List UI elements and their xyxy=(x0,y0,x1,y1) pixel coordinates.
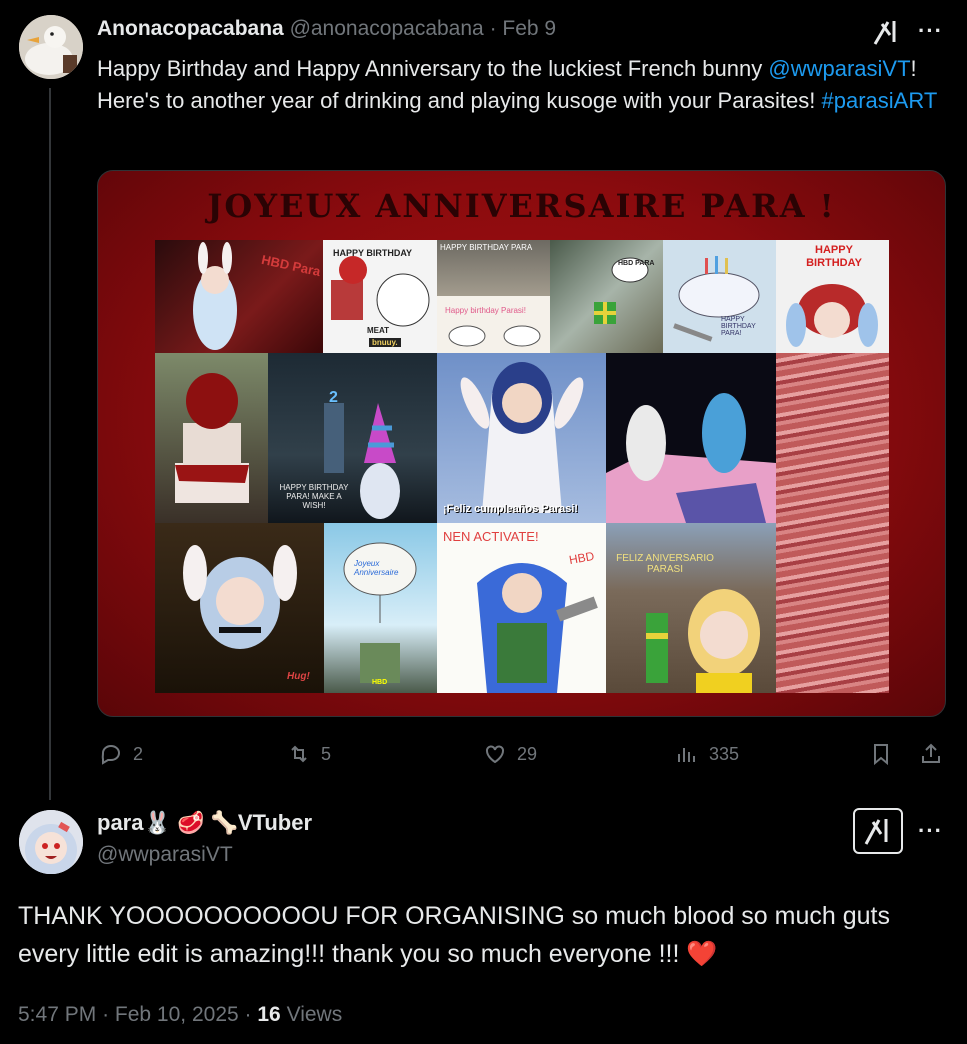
collage-tile-happy-birthday-parasi: Happy birthday Parasi! xyxy=(437,296,550,353)
author-avatar[interactable] xyxy=(19,15,83,79)
tweet-header: Anonacopacabana @anonacopacabana · Feb 9 xyxy=(97,17,556,41)
caption-nen-activate: NEN ACTIVATE! xyxy=(443,529,539,544)
caption-feliz-cumpleanos: ¡Feliz cumpleaños Parasi! xyxy=(443,503,579,515)
tweet-date[interactable]: Feb 9 xyxy=(502,17,556,40)
share-icon xyxy=(922,743,940,763)
header-separator: · xyxy=(489,17,497,40)
reply-views-count: 16 xyxy=(257,1003,281,1026)
media-title-text: JOYEUX ANNIVERSAIRE PARA ! xyxy=(207,187,836,225)
caption-joyeux-anniversaire: Joyeux Anniversaire xyxy=(354,559,399,577)
collage-tile-hbd-para: HBD Para xyxy=(155,240,323,353)
like-count: 29 xyxy=(517,743,538,764)
share-button[interactable] xyxy=(919,742,943,766)
tweet-text-part1: Happy Birthday and Happy Anniversary to … xyxy=(97,56,769,81)
views-button[interactable]: 335 xyxy=(675,742,739,766)
heart-icon xyxy=(486,745,504,764)
caption-happy-birthday-parasi: Happy birthday Parasi! xyxy=(445,306,526,315)
collage-tile-meat-bnuuy: HAPPY BIRTHDAY MEAT bnuuy. xyxy=(323,240,437,353)
collage-tile-blue-man xyxy=(606,353,776,523)
collage-tile-happy-birthday-red: HAPPY BIRTHDAY xyxy=(776,240,889,353)
collage-tile-happy-birthday-para: HAPPY BIRTHDAY PARA xyxy=(437,240,550,296)
collage-tile-make-a-wish: 2 HAPPY BIRTHDAY PARA! MAKE A WISH! xyxy=(268,353,437,523)
bookmark-icon xyxy=(874,744,888,766)
grok-icon xyxy=(864,819,888,845)
reply-tweet-meta: 5:47 PM · Feb 10, 2025 · 16 Views xyxy=(18,1003,342,1027)
collage-tile-happy-birthday-paraa: HAPPY BIRTHDAY PARA! xyxy=(663,240,776,353)
collage-tile-spiked-collar: Hug! xyxy=(155,523,324,693)
caption-meat: MEAT xyxy=(367,326,390,335)
more-dots-icon[interactable]: ··· xyxy=(918,18,943,44)
vtuber-avatar-image xyxy=(19,810,83,874)
reply-tweet-text: THANK YOOOOOOOOOOU FOR ORGANISING so muc… xyxy=(18,902,890,968)
grok-button[interactable] xyxy=(853,808,903,854)
tweet-text: Happy Birthday and Happy Anniversary to … xyxy=(97,53,947,117)
like-button[interactable]: 29 xyxy=(483,742,537,766)
bookmark-button[interactable] xyxy=(869,742,893,766)
caption-happy-birthday-1: HAPPY BIRTHDAY xyxy=(333,248,413,258)
reply-button[interactable]: 2 xyxy=(99,742,143,766)
reply-count: 2 xyxy=(133,743,144,764)
repost-button[interactable]: 5 xyxy=(287,742,331,766)
collage-tile-nen-activate: NEN ACTIVATE! HBD xyxy=(437,523,606,693)
reply-author-handle[interactable]: @wwparasiVT xyxy=(97,843,233,867)
caption-feliz-aniversario: FELIZ ANIVERSARIO PARASI xyxy=(616,553,714,575)
reply-author-avatar[interactable] xyxy=(19,810,83,874)
collage-tile-minced-meat xyxy=(776,353,889,693)
reply-author-display-name[interactable]: para🐰 🥩 🦴VTuber xyxy=(97,810,312,836)
reply-time[interactable]: 5:47 PM xyxy=(18,1003,96,1026)
caption-happy-birthday-red: HAPPY BIRTHDAY xyxy=(806,244,862,269)
tweet-action-bar: 2 5 29 335 xyxy=(97,738,947,772)
caption-hug: Hug! xyxy=(287,671,310,682)
caption-hbd-para-2: HBD PARA xyxy=(618,260,655,267)
tweet-media-image[interactable]: JOYEUX ANNIVERSAIRE PARA ! HBD Para HAPP… xyxy=(97,170,946,717)
author-display-name[interactable]: Anonacopacabana xyxy=(97,17,284,40)
repost-icon xyxy=(291,745,307,763)
reply-icon xyxy=(101,744,121,765)
views-count: 335 xyxy=(709,743,740,764)
collage-tile-hbd-para-2: HBD PARA xyxy=(550,240,663,353)
author-handle[interactable]: @anonacopacabana xyxy=(290,17,484,40)
collage-tile-blood-cake xyxy=(155,353,268,523)
reply-date[interactable]: Feb 10, 2025 xyxy=(115,1003,239,1026)
meta-separator-2: · xyxy=(244,1003,252,1026)
mention-link[interactable]: @wwparasiVT xyxy=(768,56,910,81)
caption-number-two: 2 xyxy=(329,389,338,406)
caption-happy-birthday-paraa: HAPPY BIRTHDAY PARA! xyxy=(721,316,756,337)
meta-separator: · xyxy=(102,1003,110,1026)
thread-connector-line xyxy=(49,88,51,800)
duck-avatar-image xyxy=(19,15,83,79)
caption-bnuuy: bnuuy. xyxy=(369,338,401,347)
caption-make-a-wish: HAPPY BIRTHDAY PARA! MAKE A WISH! xyxy=(279,483,349,510)
reply-views-label: Views xyxy=(286,1003,343,1026)
reply-more-dots-icon[interactable]: ··· xyxy=(918,818,943,844)
grok-icon[interactable] xyxy=(872,18,902,46)
caption-happy-birthday-para: HAPPY BIRTHDAY PARA xyxy=(440,243,533,252)
collage-tile-feliz-aniversario: FELIZ ANIVERSARIO PARASI xyxy=(606,523,776,693)
views-chart-icon xyxy=(678,748,695,762)
caption-hbd-cake: HBD xyxy=(372,679,388,686)
collage-tile-feliz-cumpleanos: ¡Feliz cumpleaños Parasi! xyxy=(437,353,606,523)
collage-grid: HBD Para HAPPY BIRTHDAY MEAT bnuuy. HAPP… xyxy=(155,240,889,693)
hashtag-link[interactable]: #parasiART xyxy=(822,88,938,113)
repost-count: 5 xyxy=(321,743,332,764)
collage-tile-joyeux-anniversaire: Joyeux Anniversaire HBD xyxy=(324,523,437,693)
